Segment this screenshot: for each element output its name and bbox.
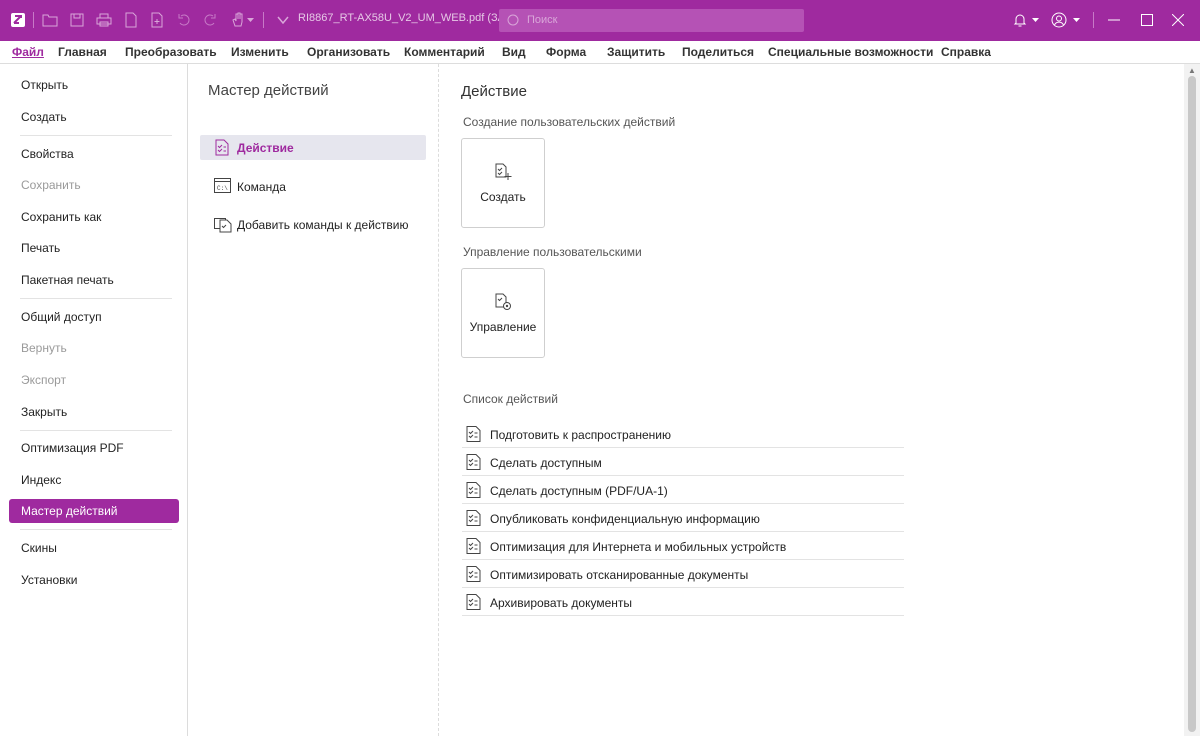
panel-title: Мастер действий: [208, 82, 329, 99]
vertical-scrollbar[interactable]: ▲: [1184, 64, 1200, 736]
sidebar-item-revert[interactable]: Вернуть: [9, 336, 179, 360]
checklist-icon: [466, 426, 481, 442]
menu-form[interactable]: Форма: [546, 45, 586, 59]
list-item[interactable]: Сделать доступным (PDF/UA-1): [462, 476, 904, 504]
list-item[interactable]: Опубликовать конфиденциальную информацию: [462, 504, 904, 532]
title-bar: RI8867_RT-AX58U_V2_UM_WEB.pdf (ЗАЩИ... П…: [0, 0, 1200, 41]
sidebar-item-save-as[interactable]: Сохранить как: [9, 205, 179, 229]
sidebar-item-save[interactable]: Сохранить: [9, 173, 179, 197]
divider: [20, 529, 172, 530]
menu-file[interactable]: Файл: [12, 45, 44, 59]
maximize-icon[interactable]: [1137, 10, 1157, 30]
list-item[interactable]: Оптимизировать отсканированные документы: [462, 560, 904, 588]
nav-item-command[interactable]: C:\ Команда: [200, 174, 426, 199]
sidebar-item-export[interactable]: Экспорт: [9, 368, 179, 392]
list-item[interactable]: Подготовить к распространению: [462, 420, 904, 448]
new-document-icon[interactable]: [147, 10, 167, 30]
document-dropdown-icon[interactable]: [273, 10, 293, 30]
list-item[interactable]: Сделать доступным: [462, 448, 904, 476]
menu-comment[interactable]: Комментарий: [404, 45, 485, 59]
menu-protect[interactable]: Защитить: [607, 45, 665, 59]
sidebar-item-create[interactable]: Создать: [9, 105, 179, 129]
account-icon[interactable]: [1049, 10, 1069, 30]
chevron-down-icon[interactable]: [1071, 10, 1081, 30]
minimize-icon[interactable]: [1104, 10, 1124, 30]
checklist-icon: [466, 482, 481, 498]
manage-actions-button[interactable]: Управление: [461, 268, 545, 358]
checklist-icon: [466, 566, 481, 582]
divider: [20, 430, 172, 431]
divider: [20, 298, 172, 299]
action-content: Действие Создание пользовательских дейст…: [439, 64, 1184, 736]
list-item[interactable]: Архивировать документы: [462, 588, 904, 616]
add-commands-icon: [214, 218, 232, 233]
list-item[interactable]: Оптимизация для Интернета и мобильных ус…: [462, 532, 904, 560]
page-title: Действие: [461, 83, 527, 100]
separator: [33, 12, 34, 28]
manage-actions-icon: [495, 293, 511, 310]
create-pdf-icon[interactable]: [121, 10, 141, 30]
redo-icon[interactable]: [200, 10, 220, 30]
close-icon[interactable]: [1168, 10, 1188, 30]
search-input[interactable]: Поиск: [527, 14, 557, 26]
checklist-icon: [466, 594, 481, 610]
menu-organize[interactable]: Организовать: [307, 45, 390, 59]
checklist-icon: [466, 454, 481, 470]
bell-icon[interactable]: [1010, 10, 1030, 30]
checklist-icon: [466, 538, 481, 554]
sidebar-item-close[interactable]: Закрыть: [9, 400, 179, 424]
document-title: RI8867_RT-AX58U_V2_UM_WEB.pdf (ЗАЩИ...: [298, 12, 533, 24]
create-action-button[interactable]: Создать: [461, 138, 545, 228]
sidebar-item-share[interactable]: Общий доступ: [9, 305, 179, 329]
sidebar-item-optimize-pdf[interactable]: Оптимизация PDF: [9, 436, 179, 460]
sidebar-item-index[interactable]: Индекс: [9, 468, 179, 492]
nav-item-add-commands[interactable]: Добавить команды к действию: [200, 212, 426, 237]
section-create-heading: Создание пользовательских действий: [463, 115, 676, 129]
app-logo-icon[interactable]: [8, 10, 28, 30]
search-box[interactable]: Поиск: [499, 9, 804, 32]
menu-convert[interactable]: Преобразовать: [125, 45, 217, 59]
scroll-up-icon[interactable]: ▲: [1188, 66, 1196, 75]
sidebar-item-action-wizard[interactable]: Мастер действий: [9, 499, 179, 523]
sidebar-item-batch-print[interactable]: Пакетная печать: [9, 268, 179, 292]
search-icon: [507, 14, 519, 26]
sidebar-item-open[interactable]: Открыть: [9, 73, 179, 97]
save-icon[interactable]: [67, 10, 87, 30]
sidebar-item-skins[interactable]: Скины: [9, 536, 179, 560]
divider: [20, 135, 172, 136]
separator: [263, 12, 264, 28]
chevron-down-icon[interactable]: [245, 10, 255, 30]
section-list-heading: Список действий: [463, 392, 558, 406]
nav-item-action[interactable]: Действие: [200, 135, 426, 160]
action-wizard-nav: Мастер действий Действие C:\ Команда Доб…: [188, 64, 439, 736]
checklist-icon: [466, 510, 481, 526]
menu-bar: Файл Главная Преобразовать Изменить Орга…: [0, 41, 1200, 64]
command-prompt-icon: C:\: [214, 178, 231, 193]
open-folder-icon[interactable]: [40, 10, 60, 30]
new-action-icon: [495, 163, 512, 180]
sidebar-item-preferences[interactable]: Установки: [9, 568, 179, 592]
svg-text:C:\: C:\: [217, 185, 228, 192]
print-icon[interactable]: [94, 10, 114, 30]
scrollbar-thumb[interactable]: [1188, 76, 1196, 732]
menu-edit[interactable]: Изменить: [231, 45, 289, 59]
menu-accessibility[interactable]: Специальные возможности: [768, 45, 933, 59]
file-sidebar: Открыть Создать Свойства Сохранить Сохра…: [0, 64, 188, 736]
checklist-icon: [215, 139, 229, 156]
menu-share[interactable]: Поделиться: [682, 45, 754, 59]
sidebar-item-properties[interactable]: Свойства: [9, 142, 179, 166]
chevron-down-icon[interactable]: [1030, 10, 1040, 30]
separator: [1093, 12, 1094, 28]
section-manage-heading: Управление пользовательскими: [463, 245, 642, 259]
undo-icon[interactable]: [174, 10, 194, 30]
menu-help[interactable]: Справка: [941, 45, 991, 59]
menu-view[interactable]: Вид: [502, 45, 526, 59]
actions-list: Подготовить к распространению Сделать до…: [462, 420, 904, 616]
sidebar-item-print[interactable]: Печать: [9, 236, 179, 260]
menu-home[interactable]: Главная: [58, 45, 107, 59]
